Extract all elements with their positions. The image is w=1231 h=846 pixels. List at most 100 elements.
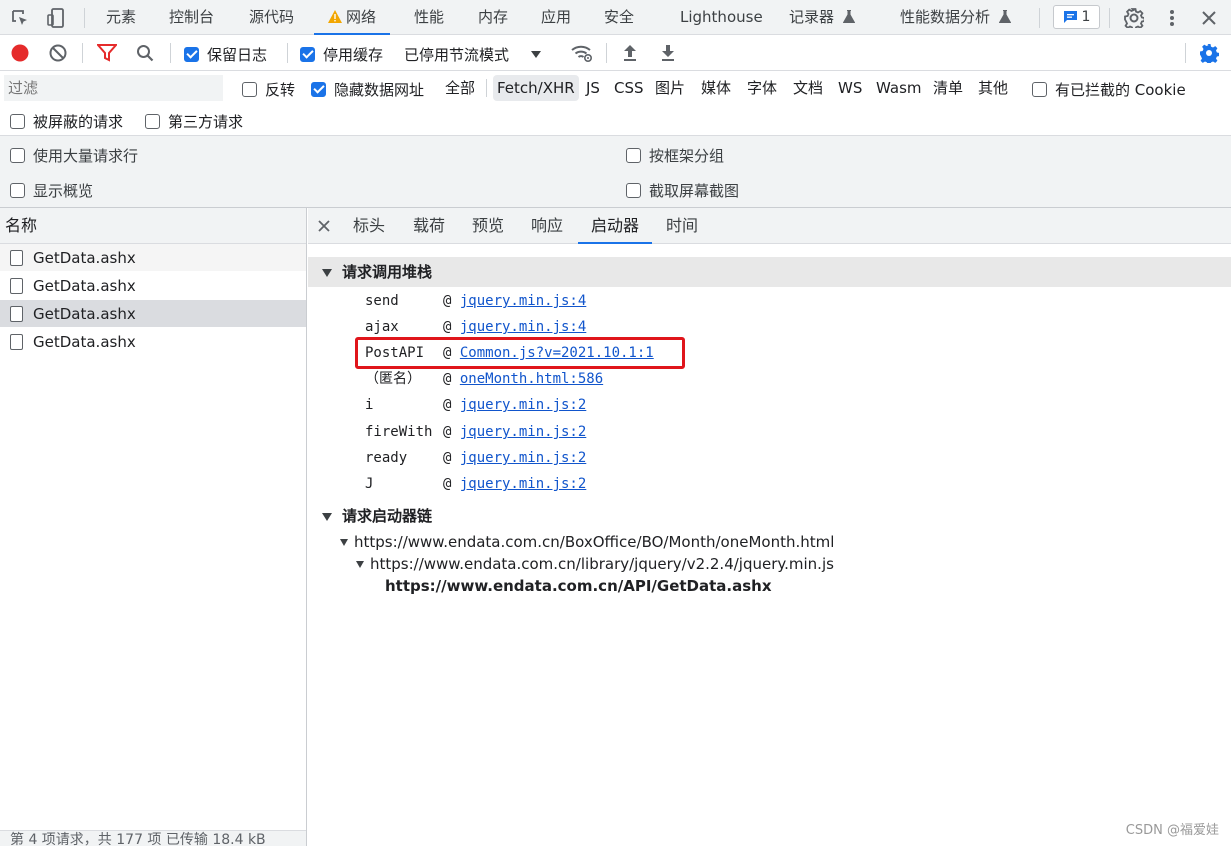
invert-checkbox[interactable]: 反转 <box>242 79 295 100</box>
more-options-icon[interactable] <box>1160 6 1184 30</box>
close-icon[interactable] <box>1197 6 1221 30</box>
type-media[interactable]: 媒体 <box>697 75 735 101</box>
type-doc[interactable]: 文档 <box>789 75 827 101</box>
third-party-label: 第三方请求 <box>168 113 244 131</box>
chain-item-level1[interactable]: https://www.endata.com.cn/BoxOffice/BO/M… <box>340 533 834 551</box>
flask-icon <box>842 10 855 23</box>
call-stack-title: 请求调用堆栈 <box>342 263 433 281</box>
device-toolbar-icon[interactable] <box>44 6 68 30</box>
frame-source-link[interactable]: jquery.min.js:2 <box>460 397 586 413</box>
disable-cache-checkbox[interactable]: 停用缓存 <box>300 44 383 65</box>
hide-data-urls-checkbox[interactable]: 隐藏数据网址 <box>311 79 424 100</box>
frame-source-link[interactable]: jquery.min.js:2 <box>460 476 586 492</box>
frame-source-link[interactable]: jquery.min.js:2 <box>460 450 586 466</box>
list-item[interactable]: GetData.ashx <box>0 272 306 300</box>
filter-icon[interactable] <box>95 41 119 65</box>
type-js[interactable]: JS <box>582 75 604 101</box>
tab-memory[interactable]: 内存 <box>478 0 508 35</box>
chain-item-level3[interactable]: https://www.endata.com.cn/API/GetData.as… <box>385 577 772 595</box>
tab-payload[interactable]: 载荷 <box>413 208 445 244</box>
frame-function: fireWith <box>365 424 433 440</box>
preserve-log-checkbox[interactable]: 保留日志 <box>184 44 267 65</box>
request-name: GetData.ashx <box>33 332 136 351</box>
checkbox-unchecked <box>626 183 641 198</box>
tab-performance[interactable]: 性能 <box>414 0 444 35</box>
type-wasm[interactable]: Wasm <box>872 75 926 101</box>
export-har-icon[interactable] <box>656 41 680 65</box>
frame-source-link[interactable]: jquery.min.js:4 <box>460 293 586 309</box>
checkbox-unchecked <box>1032 82 1047 97</box>
tab-performance-insights[interactable]: 性能数据分析 <box>900 0 1011 35</box>
issues-badge[interactable]: 1 <box>1053 5 1100 29</box>
expand-triangle-icon <box>340 539 348 546</box>
tab-initiator[interactable]: 启动器 <box>578 208 653 244</box>
devtools-tab-bar: 元素 控制台 源代码 网络 性能 内存 应用 安全 Lighthouse 记录器… <box>0 0 1231 35</box>
tab-recorder[interactable]: 记录器 <box>789 0 855 35</box>
inspect-element-icon[interactable] <box>8 6 32 30</box>
network-conditions-icon[interactable] <box>568 41 596 65</box>
settings-gear-icon[interactable] <box>1122 6 1146 30</box>
file-icon <box>10 333 23 350</box>
search-icon[interactable] <box>133 41 157 65</box>
group-by-frame-label: 按框架分组 <box>649 147 725 165</box>
tab-recorder-label: 记录器 <box>789 8 835 26</box>
capture-screenshots-checkbox[interactable]: 截取屏幕截图 <box>626 180 739 201</box>
throttling-select[interactable]: 已停用节流模式 <box>404 44 542 65</box>
tab-console[interactable]: 控制台 <box>169 0 214 35</box>
tab-sources[interactable]: 源代码 <box>249 0 294 35</box>
initiator-chain-title: 请求启动器链 <box>342 507 433 525</box>
list-item[interactable]: GetData.ashx <box>0 328 306 356</box>
file-icon <box>10 305 23 322</box>
stack-frame: send @ jquery.min.js:4 <box>365 288 586 314</box>
group-by-frame-checkbox[interactable]: 按框架分组 <box>626 145 724 166</box>
tab-response[interactable]: 响应 <box>531 208 563 244</box>
checkbox-unchecked <box>626 148 641 163</box>
import-har-icon[interactable] <box>618 41 642 65</box>
type-css[interactable]: CSS <box>610 75 648 101</box>
type-img[interactable]: 图片 <box>651 75 689 101</box>
chain-item-level2[interactable]: https://www.endata.com.cn/library/jquery… <box>356 555 834 573</box>
request-list: 名称 GetData.ashx GetData.ashx GetData.ash… <box>0 208 307 846</box>
tab-headers[interactable]: 标头 <box>353 208 385 244</box>
clear-icon[interactable] <box>46 41 70 65</box>
tab-lighthouse[interactable]: Lighthouse <box>680 0 763 35</box>
tab-elements[interactable]: 元素 <box>106 0 136 35</box>
frame-source-link[interactable]: jquery.min.js:2 <box>460 424 586 440</box>
list-item[interactable]: GetData.ashx <box>0 244 306 272</box>
frame-source-link[interactable]: oneMonth.html:586 <box>460 371 603 387</box>
type-font[interactable]: 字体 <box>743 75 781 101</box>
type-fetch-xhr[interactable]: Fetch/XHR <box>493 75 579 101</box>
third-party-checkbox[interactable]: 第三方请求 <box>145 111 243 132</box>
type-manifest[interactable]: 清单 <box>929 75 967 101</box>
frame-source-link[interactable]: jquery.min.js:4 <box>460 319 586 335</box>
chain-url-current: https://www.endata.com.cn/API/GetData.as… <box>385 577 772 595</box>
list-item-selected[interactable]: GetData.ashx <box>0 300 306 328</box>
expand-triangle-icon <box>322 268 332 277</box>
tab-security[interactable]: 安全 <box>604 0 634 35</box>
close-detail-icon[interactable] <box>316 218 332 234</box>
filter-input[interactable] <box>4 75 223 101</box>
blocked-requests-checkbox[interactable]: 被屏蔽的请求 <box>10 111 123 132</box>
tab-performance-insights-label: 性能数据分析 <box>900 8 991 26</box>
frame-function: （匿名） <box>365 371 421 387</box>
tab-network[interactable]: 网络 <box>314 0 391 35</box>
type-other[interactable]: 其他 <box>974 75 1012 101</box>
tab-timing[interactable]: 时间 <box>666 208 698 244</box>
frame-function: i <box>365 397 374 413</box>
type-ws[interactable]: WS <box>834 75 866 101</box>
call-stack-section-header[interactable]: 请求调用堆栈 <box>308 257 1231 287</box>
warning-icon <box>328 10 342 23</box>
expand-triangle-icon <box>322 512 332 521</box>
blocked-cookies-checkbox[interactable]: 有已拦截的 Cookie <box>1032 79 1186 100</box>
record-icon[interactable] <box>8 41 32 65</box>
request-name: GetData.ashx <box>33 304 136 323</box>
network-settings-gear-icon[interactable] <box>1197 41 1221 65</box>
tab-application[interactable]: 应用 <box>541 0 571 35</box>
initiator-chain-section-header[interactable]: 请求启动器链 <box>308 503 1231 529</box>
large-rows-checkbox[interactable]: 使用大量请求行 <box>10 145 138 166</box>
name-column-header[interactable]: 名称 <box>0 208 306 244</box>
chain-url: https://www.endata.com.cn/library/jquery… <box>370 555 834 573</box>
show-overview-checkbox[interactable]: 显示概览 <box>10 180 93 201</box>
tab-preview[interactable]: 预览 <box>472 208 504 244</box>
type-all[interactable]: 全部 <box>441 75 479 101</box>
